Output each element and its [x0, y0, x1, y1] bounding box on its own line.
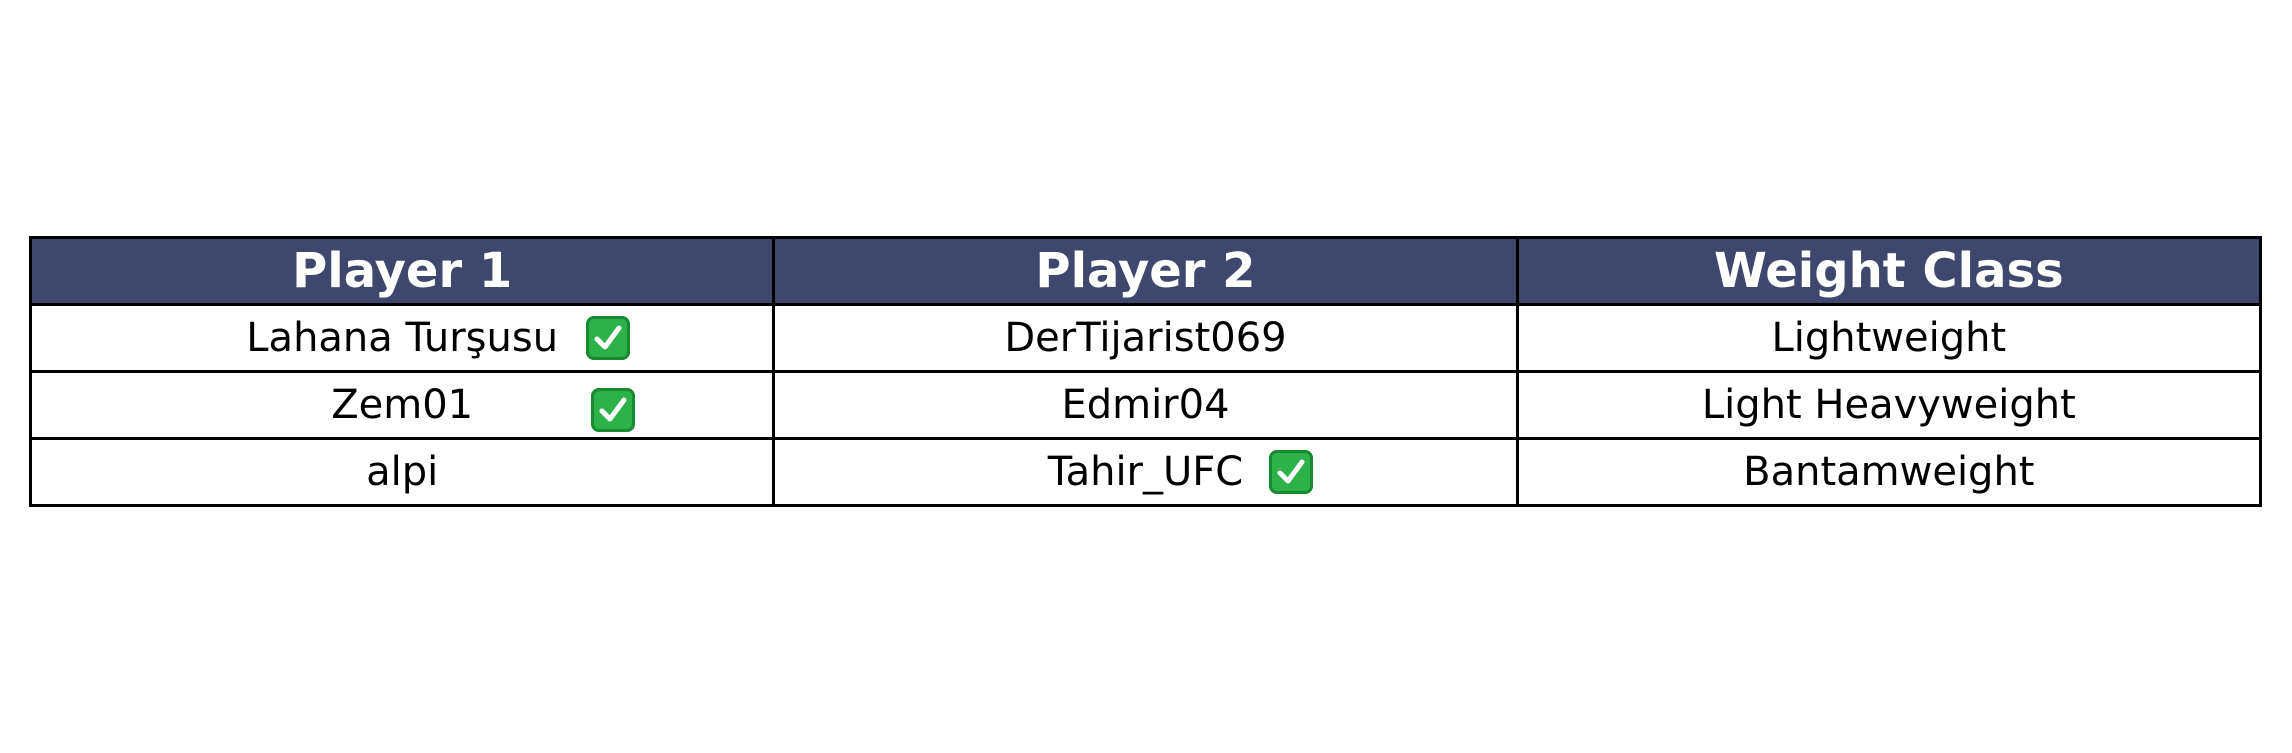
player-1-name: alpi	[366, 449, 439, 495]
player-2-name: Edmir04	[1061, 382, 1230, 428]
weight-class-label: Lightweight	[1771, 315, 2007, 361]
player-2-cell: Edmir04	[772, 370, 1519, 440]
weight-class-cell: Bantamweight	[1515, 437, 2263, 507]
matchups-table: Player 1 Player 2 Weight Class Lahana Tu…	[28, 236, 2263, 507]
check-mark-button-icon	[1269, 450, 1314, 494]
header-weight-class: Weight Class	[1515, 236, 2263, 306]
player-2-cell: DerTijarist069	[772, 303, 1519, 373]
header-player-2: Player 2	[772, 236, 1519, 306]
table-row: Zem01 Edmir04 Light Heavyweight	[28, 370, 2263, 440]
player-1-cell: alpi	[28, 437, 776, 507]
check-mark-button-icon	[591, 388, 636, 432]
weight-class-cell: Lightweight	[1515, 303, 2263, 373]
player-2-name: DerTijarist069	[1004, 315, 1287, 361]
weight-class-label: Bantamweight	[1743, 449, 2035, 495]
player-2-name: Tahir_UFC	[1047, 449, 1244, 495]
weight-class-cell: Light Heavyweight	[1515, 370, 2263, 440]
header-player-1: Player 1	[28, 236, 776, 306]
player-1-name: Zem01	[331, 382, 474, 428]
table-header-row: Player 1 Player 2 Weight Class	[28, 236, 2263, 306]
check-mark-button-icon	[586, 316, 631, 360]
weight-class-label: Light Heavyweight	[1701, 382, 2076, 428]
player-1-cell: Zem01	[28, 370, 776, 440]
player-1-cell: Lahana Turşusu	[28, 303, 776, 373]
table-row: alpi Tahir_UFC Bantamweight	[28, 437, 2263, 507]
player-1-name: Lahana Turşusu	[246, 315, 559, 361]
table-row: Lahana Turşusu DerTijarist069 Lightweigh…	[28, 303, 2263, 373]
player-2-cell: Tahir_UFC	[772, 437, 1519, 507]
